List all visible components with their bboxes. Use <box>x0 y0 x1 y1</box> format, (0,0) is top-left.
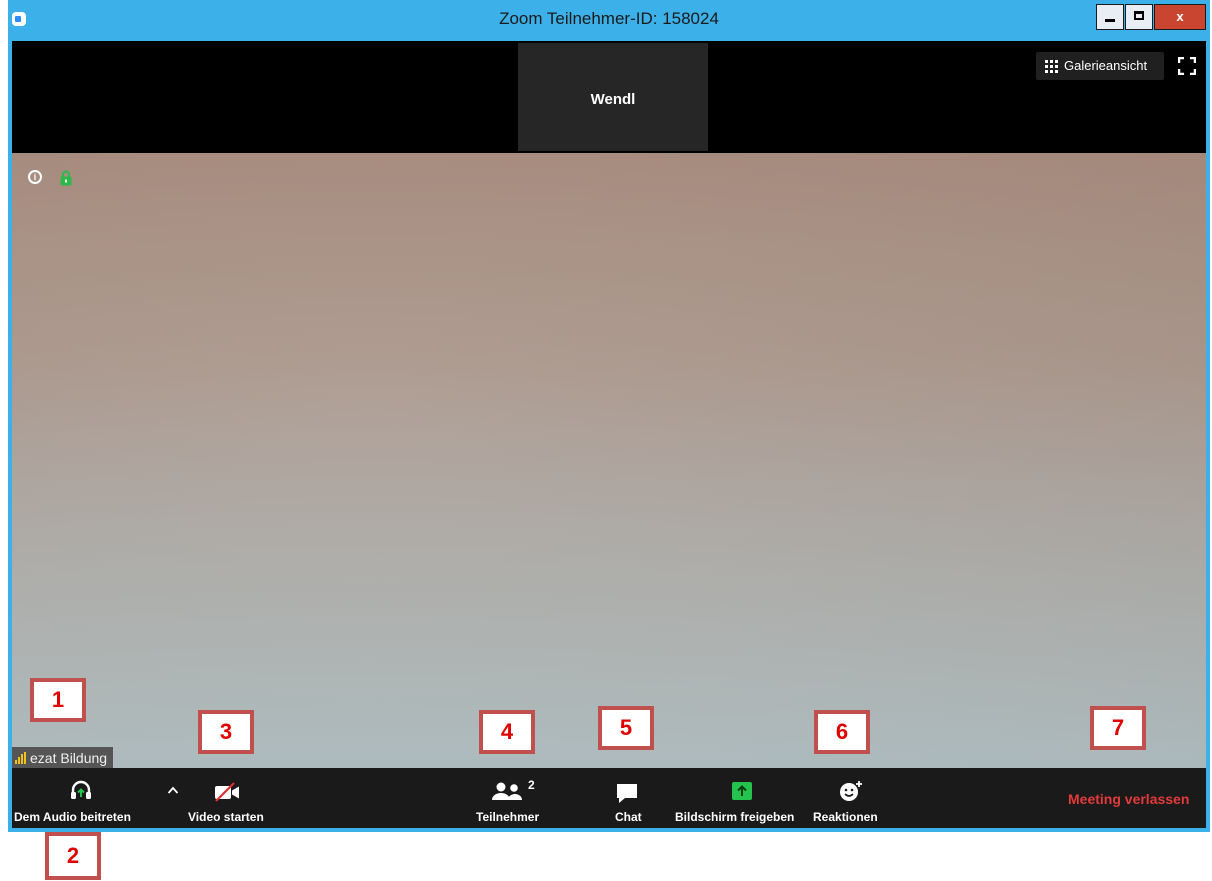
callout-marker-4: 4 <box>479 710 535 754</box>
share-screen-label: Bildschirm freigeben <box>675 810 795 824</box>
chevron-up-icon[interactable] <box>167 785 179 795</box>
join-audio-button[interactable]: Dem Audio beitreten <box>12 768 162 828</box>
info-icon[interactable]: i <box>28 170 42 184</box>
participant-thumbnail[interactable]: Wendl <box>518 43 708 151</box>
callout-marker-6: 6 <box>814 710 870 754</box>
gallery-view-button[interactable]: Galerieansicht <box>1036 52 1164 80</box>
callout-marker-5: 5 <box>598 706 654 750</box>
grid-icon <box>1045 60 1058 73</box>
callout-marker-3: 3 <box>198 710 254 754</box>
video-off-icon <box>215 782 239 802</box>
callout-marker-2: 2 <box>45 832 101 880</box>
headphones-icon <box>71 780 91 799</box>
main-video-area <box>12 153 1206 768</box>
meeting-toolbar: Dem Audio beitreten Video starten 2 Teil… <box>12 768 1206 828</box>
share-screen-icon <box>732 782 752 800</box>
close-button[interactable]: x <box>1154 4 1206 30</box>
lock-icon[interactable] <box>60 170 72 186</box>
chat-icon <box>617 784 637 803</box>
network-name: ezat Bildung <box>30 750 108 766</box>
participant-name: Wendl <box>590 91 636 108</box>
minimize-button[interactable] <box>1096 4 1124 30</box>
leave-meeting-button[interactable]: Meeting verlassen <box>1062 768 1202 828</box>
minimize-icon <box>1105 19 1115 22</box>
reactions-icon <box>840 781 862 801</box>
callout-marker-1: 1 <box>30 678 86 722</box>
maximize-icon <box>1134 11 1144 20</box>
participants-icon <box>492 782 522 800</box>
participants-button[interactable]: 2 Teilnehmer <box>467 768 557 828</box>
chat-label: Chat <box>615 810 642 824</box>
callout-marker-7: 7 <box>1090 706 1146 750</box>
title-bar: Zoom Teilnehmer-ID: 158024 x <box>8 0 1210 40</box>
share-screen-button[interactable]: Bildschirm freigeben <box>675 768 805 828</box>
participants-count: 2 <box>528 778 535 792</box>
start-video-label: Video starten <box>188 810 264 824</box>
network-label: ezat Bildung <box>12 747 114 769</box>
signal-bars-icon <box>15 752 26 764</box>
gallery-view-label: Galerieansicht <box>1064 58 1148 73</box>
start-video-button[interactable]: Video starten <box>184 768 280 828</box>
fullscreen-icon[interactable] <box>1178 57 1196 75</box>
chat-button[interactable]: Chat <box>597 768 657 828</box>
leave-meeting-label: Meeting verlassen <box>1068 791 1190 807</box>
maximize-button[interactable] <box>1125 4 1153 30</box>
reactions-label: Reaktionen <box>813 810 878 824</box>
reactions-button[interactable]: Reaktionen <box>809 768 889 828</box>
participants-label: Teilnehmer <box>476 810 540 824</box>
join-audio-label: Dem Audio beitreten <box>14 810 131 824</box>
window-title: Zoom Teilnehmer-ID: 158024 <box>499 9 719 28</box>
